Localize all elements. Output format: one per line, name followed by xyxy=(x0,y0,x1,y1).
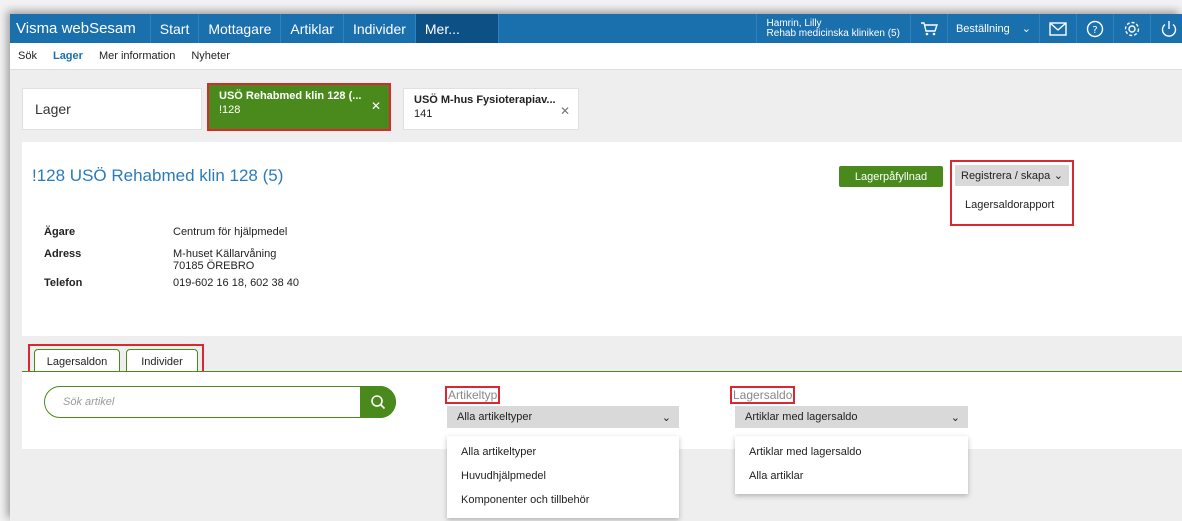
article-type-select[interactable]: Alla artikeltyper ⌄ xyxy=(447,406,679,428)
address-line2: 70185 ÖREBRO xyxy=(173,260,255,272)
cart-icon[interactable] xyxy=(909,14,947,43)
nav-mer[interactable]: Mer... xyxy=(415,14,499,43)
menu-item-stock-report[interactable]: Lagersaldorapport xyxy=(952,189,1072,211)
lager-tab[interactable]: Lager xyxy=(22,88,202,130)
search-icon xyxy=(371,395,386,410)
stock-filter-select[interactable]: Artiklar med lagersaldo ⌄ xyxy=(735,406,968,428)
subnav-nyheter[interactable]: Nyheter xyxy=(183,50,238,62)
owner-label: Ägare xyxy=(44,226,76,238)
search-field[interactable]: Sök artikel xyxy=(44,386,396,418)
app-brand[interactable]: Visma webSesam xyxy=(10,14,151,43)
close-icon[interactable]: ✕ xyxy=(560,104,570,118)
stock-filter-dropdown: Artiklar med lagersaldo Alla artiklar xyxy=(735,436,968,494)
article-type-option[interactable]: Alla artikeltyper xyxy=(447,440,679,464)
search-button[interactable] xyxy=(360,386,396,418)
stock-filter-option[interactable]: Artiklar med lagersaldo xyxy=(735,440,968,464)
gear-icon[interactable] xyxy=(1113,14,1150,43)
subnav-lager[interactable]: Lager xyxy=(45,50,91,62)
tab-lagersaldon[interactable]: Lagersaldon xyxy=(34,349,120,373)
nav-mottagare[interactable]: Mottagare xyxy=(199,14,282,43)
nav-start[interactable]: Start xyxy=(151,14,200,43)
active-stock-tab-title: USÖ Rehabmed klin 128 (... xyxy=(219,90,362,102)
user-name: Hamrin, Lilly xyxy=(766,17,822,29)
help-icon[interactable]: ? xyxy=(1076,14,1113,43)
chevron-down-icon: ⌄ xyxy=(661,411,671,424)
second-stock-tab[interactable]: USÖ M-hus Fysioterapiav... 141 ✕ xyxy=(403,88,579,130)
tab-individer[interactable]: Individer xyxy=(126,349,198,373)
owner-value: Centrum för hjälpmedel xyxy=(173,226,288,238)
stock-filter-label: Lagersaldo xyxy=(729,386,796,404)
register-create-label: Registrera / skapa xyxy=(961,169,1051,182)
chevron-down-icon: ⌄ xyxy=(950,411,960,424)
stock-filter-selected: Artiklar med lagersaldo xyxy=(745,411,858,423)
article-type-selected: Alla artikeltyper xyxy=(457,411,533,423)
subnav-mer-information[interactable]: Mer information xyxy=(91,50,183,62)
chevron-down-icon: ⌄ xyxy=(1053,170,1063,182)
article-type-option[interactable]: Huvudhjälpmedel xyxy=(447,464,679,488)
close-icon[interactable]: ✕ xyxy=(371,99,381,113)
chevron-down-icon: ⌄ xyxy=(1021,23,1031,35)
search-placeholder: Sök artikel xyxy=(63,396,115,408)
lower-tabs: Lagersaldon Individer xyxy=(28,344,204,375)
user-info[interactable]: Hamrin, Lilly Rehab medicinska kliniken … xyxy=(755,14,910,43)
refill-button[interactable]: Lagerpåfyllnad xyxy=(839,166,943,187)
power-icon[interactable] xyxy=(1150,14,1182,43)
second-stock-tab-code: 141 xyxy=(414,108,433,120)
sub-nav: Sök Lager Mer information Nyheter xyxy=(10,43,1182,70)
phone-label: Telefon xyxy=(44,277,83,289)
register-menu: Registrera / skapa ⌄ Lagersaldorapport xyxy=(950,160,1074,226)
stock-filter-option[interactable]: Alla artiklar xyxy=(735,464,968,488)
active-stock-tab[interactable]: USÖ Rehabmed klin 128 (... !128 ✕ xyxy=(207,83,391,131)
article-type-dropdown: Alla artikeltyper Huvudhjälpmedel Kompon… xyxy=(447,436,679,518)
phone-value: 019-602 16 18, 602 38 40 xyxy=(173,277,300,289)
subnav-sok[interactable]: Sök xyxy=(10,50,45,62)
top-right-tools: Hamrin, Lilly Rehab medicinska kliniken … xyxy=(755,14,1182,43)
article-type-label: Artikeltyp xyxy=(444,386,501,404)
top-nav-bar: Visma webSesam Start Mottagare Artiklar … xyxy=(10,14,1182,43)
nav-artiklar[interactable]: Artiklar xyxy=(281,14,344,43)
article-type-option[interactable]: Komponenter och tillbehör xyxy=(447,488,679,512)
user-unit: Rehab medicinska kliniken (5) xyxy=(766,27,900,39)
register-create-button[interactable]: Registrera / skapa ⌄ xyxy=(955,165,1069,186)
page-title: !128 USÖ Rehabmed klin 128 (5) xyxy=(32,166,284,185)
second-stock-tab-title: USÖ M-hus Fysioterapiav... xyxy=(414,94,556,106)
mail-icon[interactable] xyxy=(1039,14,1076,43)
address-label: Adress xyxy=(44,248,82,260)
active-stock-tab-code: !128 xyxy=(219,104,241,116)
order-menu[interactable]: Beställning ⌄ xyxy=(946,14,1039,43)
app-window: Visma webSesam Start Mottagare Artiklar … xyxy=(10,14,1182,521)
address-line1: M-huset Källarvåning xyxy=(173,248,277,260)
nav-individer[interactable]: Individer xyxy=(344,14,416,43)
svg-text:?: ? xyxy=(1092,25,1097,36)
order-label: Beställning xyxy=(955,22,1010,35)
